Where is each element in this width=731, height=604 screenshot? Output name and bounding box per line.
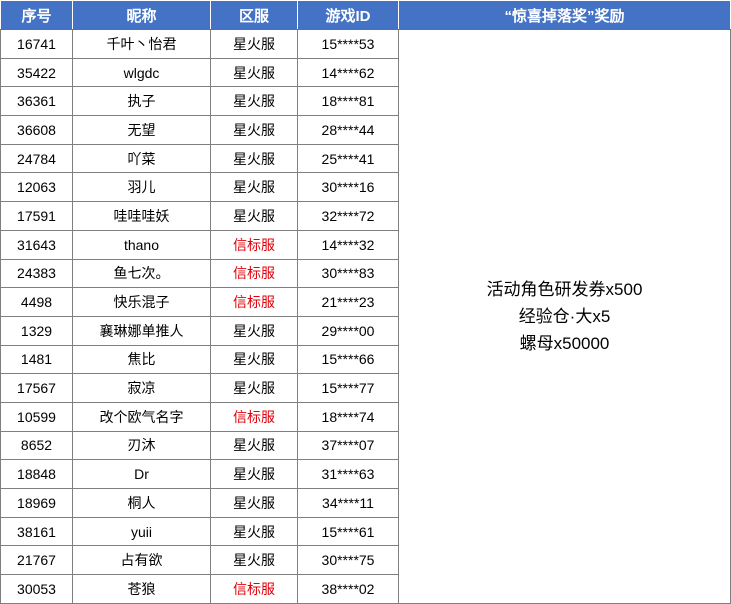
cell-nickname: yuii [72, 516, 211, 547]
cell-number: 4498 [0, 287, 73, 317]
cell-nickname: 执子 [72, 86, 211, 117]
cell-number: 8652 [0, 430, 73, 461]
table-row: 16741 千叶丶怡君 星火服 15****53 活动角色研发券x500 经验仓·大x5 螺… [0, 29, 731, 604]
cell-nickname: 快乐混子 [72, 287, 211, 317]
winners-table: 序号 昵称 区服 游戏ID “惊喜掉落奖”奖励 16741 千叶丶怡君 星火服 15*… [0, 0, 731, 604]
header-server: 区服 [210, 0, 298, 30]
cell-number: 31643 [0, 229, 73, 260]
cell-number: 18969 [0, 488, 73, 518]
cell-number: 18848 [0, 459, 73, 489]
cell-server: 星火服 [210, 86, 298, 117]
cell-game-id: 25****41 [297, 143, 399, 174]
cell-number: 1481 [0, 344, 73, 375]
cell-server: 信标服 [210, 229, 298, 260]
cell-server: 星火服 [210, 373, 298, 403]
cell-game-id: 32****72 [297, 201, 399, 231]
cell-nickname: 吖菜 [72, 143, 211, 174]
reward-cell: 活动角色研发券x500 经验仓·大x5 螺母x50000 [398, 29, 731, 604]
cell-nickname: 鱼七次。 [72, 258, 211, 289]
cell-nickname: 哇哇哇妖 [72, 201, 211, 231]
cell-number: 17567 [0, 373, 73, 403]
cell-game-id: 30****83 [297, 258, 399, 289]
cell-game-id: 18****74 [297, 401, 399, 432]
cell-number: 16741 [0, 29, 73, 59]
cell-game-id: 21****23 [297, 287, 399, 317]
cell-number: 35422 [0, 57, 73, 88]
cell-nickname: 桐人 [72, 488, 211, 518]
cell-number: 10599 [0, 401, 73, 432]
cell-nickname: 无望 [72, 115, 211, 145]
cell-number: 12063 [0, 172, 73, 203]
cell-server: 星火服 [210, 344, 298, 375]
cell-server: 信标服 [210, 287, 298, 317]
cell-server: 星火服 [210, 315, 298, 346]
cell-server: 信标服 [210, 574, 298, 604]
cell-number: 30053 [0, 574, 73, 604]
cell-nickname: 千叶丶怡君 [72, 29, 211, 59]
cell-server: 星火服 [210, 201, 298, 231]
reward-line: 活动角色研发券x500 [486, 279, 643, 299]
cell-game-id: 37****07 [297, 430, 399, 461]
cell-nickname: 焦比 [72, 344, 211, 375]
cell-server: 星火服 [210, 172, 298, 203]
cell-number: 1329 [0, 315, 73, 346]
cell-nickname: 改个欧气名字 [72, 401, 211, 432]
cell-nickname: 占有欲 [72, 545, 211, 576]
cell-server: 星火服 [210, 516, 298, 547]
cell-game-id: 15****66 [297, 344, 399, 375]
cell-number: 36361 [0, 86, 73, 117]
cell-server: 星火服 [210, 115, 298, 145]
cell-game-id: 30****75 [297, 545, 399, 576]
cell-game-id: 38****02 [297, 574, 399, 604]
cell-number: 17591 [0, 201, 73, 231]
cell-server: 星火服 [210, 488, 298, 518]
cell-number: 36608 [0, 115, 73, 145]
cell-game-id: 15****61 [297, 516, 399, 547]
table-body: 16741 千叶丶怡君 星火服 15****53 活动角色研发券x500 经验仓·大x5 螺… [0, 29, 731, 604]
cell-game-id: 28****44 [297, 115, 399, 145]
reward-line: 经验仓·大x5 [518, 306, 611, 326]
cell-number: 24383 [0, 258, 73, 289]
cell-game-id: 31****63 [297, 459, 399, 489]
cell-server: 星火服 [210, 430, 298, 461]
cell-nickname: 襄琳娜单推人 [72, 315, 211, 346]
cell-server: 信标服 [210, 401, 298, 432]
header-number: 序号 [0, 0, 73, 30]
cell-nickname: 苍狼 [72, 574, 211, 604]
header-game-id: 游戏ID [297, 0, 399, 30]
reward-line: 螺母x50000 [519, 333, 610, 353]
header-nickname: 昵称 [72, 0, 211, 30]
cell-server: 星火服 [210, 545, 298, 576]
cell-nickname: 刃沐 [72, 430, 211, 461]
cell-server: 星火服 [210, 57, 298, 88]
cell-game-id: 14****62 [297, 57, 399, 88]
cell-server: 星火服 [210, 459, 298, 489]
cell-nickname: thano [72, 229, 211, 260]
header-row: 序号 昵称 区服 游戏ID “惊喜掉落奖”奖励 [0, 0, 731, 30]
cell-server: 星火服 [210, 143, 298, 174]
cell-game-id: 15****53 [297, 29, 399, 59]
cell-nickname: 寂凉 [72, 373, 211, 403]
cell-game-id: 30****16 [297, 172, 399, 203]
cell-game-id: 34****11 [297, 488, 399, 518]
cell-nickname: wlgdc [72, 57, 211, 88]
cell-game-id: 14****32 [297, 229, 399, 260]
cell-game-id: 15****77 [297, 373, 399, 403]
header-reward: “惊喜掉落奖”奖励 [398, 0, 731, 30]
cell-nickname: 羽儿 [72, 172, 211, 203]
cell-game-id: 18****81 [297, 86, 399, 117]
cell-number: 38161 [0, 516, 73, 547]
cell-game-id: 29****00 [297, 315, 399, 346]
cell-nickname: Dr [72, 459, 211, 489]
cell-number: 24784 [0, 143, 73, 174]
cell-server: 信标服 [210, 258, 298, 289]
cell-server: 星火服 [210, 29, 298, 59]
cell-number: 21767 [0, 545, 73, 576]
